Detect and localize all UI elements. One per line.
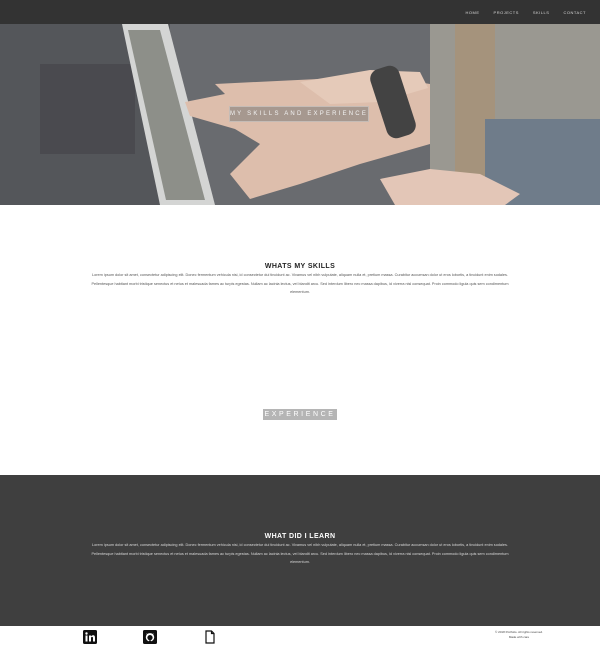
hero-section: MY SKILLS AND EXPERIENCE (0, 24, 600, 205)
nav-link-skills[interactable]: SKILLS (533, 10, 550, 15)
footer-credit-line2: Made with care (508, 635, 530, 639)
experience-badge: EXPERIENCE (263, 409, 337, 420)
top-navbar: HOME PROJECTS SKILLS CONTACT (0, 0, 600, 24)
learn-title: WHAT DID I LEARN (264, 533, 336, 540)
learn-body: Lorem ipsum dolor sit amet, consectetur … (91, 543, 509, 564)
nav-link-home[interactable]: HOME (466, 10, 480, 15)
footer: © 2018 Portfolio. All rights reserved. M… (0, 626, 600, 647)
github-icon[interactable] (143, 630, 157, 644)
hero-banner: MY SKILLS AND EXPERIENCE (229, 106, 369, 122)
footer-credit: © 2018 Portfolio. All rights reserved. M… (478, 630, 560, 640)
skills-title: WHATS MY SKILLS (264, 263, 336, 270)
skills-body: Lorem ipsum dolor sit amet, consectetur … (91, 273, 509, 294)
nav-link-projects[interactable]: PROJECTS (494, 10, 519, 15)
nav-link-contact[interactable]: CONTACT (563, 10, 586, 15)
linkedin-icon[interactable] (83, 630, 97, 644)
skills-section: WHATS MY SKILLS Lorem ipsum dolor sit am… (0, 205, 600, 475)
learn-section: WHAT DID I LEARN Lorem ipsum dolor sit a… (0, 475, 600, 626)
document-icon[interactable] (203, 630, 217, 644)
